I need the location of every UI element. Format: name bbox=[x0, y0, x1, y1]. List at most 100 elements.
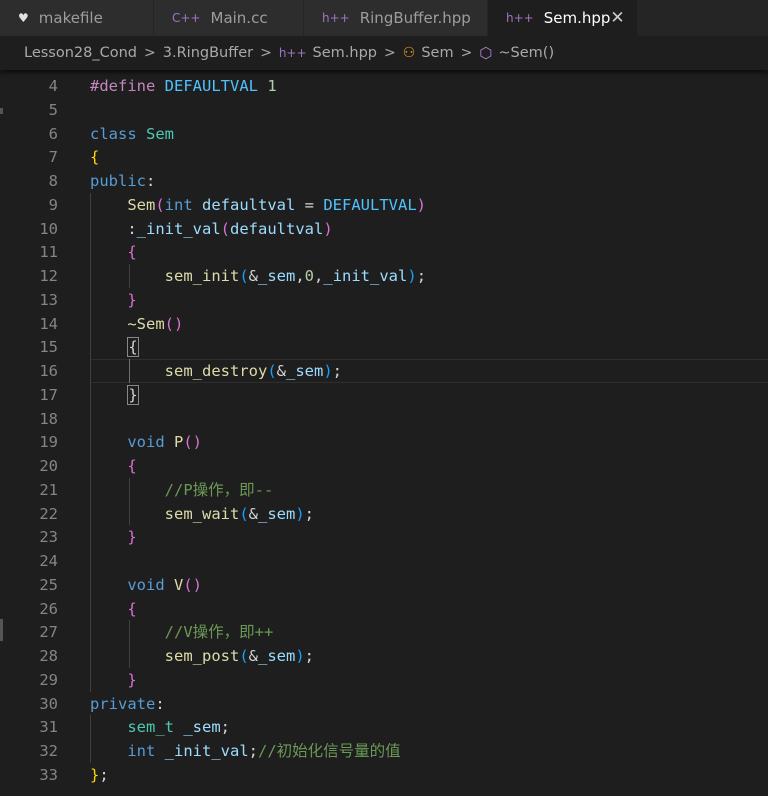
hpp-file-icon: h++ bbox=[506, 11, 534, 25]
code-token: : bbox=[90, 219, 137, 238]
code-token: DEFAULTVAL bbox=[164, 77, 258, 95]
tab-makefile[interactable]: ♥ makefile bbox=[0, 0, 154, 36]
code-line[interactable]: 8 public: bbox=[0, 169, 768, 193]
code-text: sem_destroy(&_sem); bbox=[90, 359, 342, 383]
code-line[interactable]: 29 } bbox=[0, 668, 768, 692]
code-token: ; bbox=[304, 647, 315, 665]
code-line[interactable]: 26 { bbox=[0, 597, 768, 621]
indent-guide bbox=[90, 192, 91, 692]
code-line[interactable]: 19 void P() bbox=[0, 430, 768, 454]
code-token: ( bbox=[239, 267, 249, 285]
code-token: & bbox=[248, 504, 258, 523]
code-line[interactable]: 27 //V操作，即++ bbox=[0, 620, 768, 644]
code-token: private bbox=[90, 694, 156, 713]
line-number: 8 bbox=[48, 172, 58, 190]
code-line[interactable]: 10 :_init_val(defaultval) bbox=[0, 217, 768, 241]
code-text: #define DEFAULTVAL 1 bbox=[90, 74, 277, 98]
code-line[interactable]: 25 void V() bbox=[0, 573, 768, 597]
breadcrumb-folder-ringbuffer[interactable]: 3.RingBuffer bbox=[163, 45, 253, 61]
code-token: : bbox=[155, 694, 165, 713]
code-token: _sem bbox=[183, 718, 221, 737]
line-number: 30 bbox=[39, 694, 58, 713]
code-line[interactable]: 4 #define DEFAULTVAL 1 bbox=[0, 74, 768, 98]
code-line[interactable]: 20 { bbox=[0, 454, 768, 478]
code-line[interactable]: 18 bbox=[0, 407, 768, 431]
code-token: & bbox=[248, 647, 258, 665]
code-line[interactable]: 31 sem_t _sem; bbox=[0, 715, 768, 739]
code-line[interactable]: 14 ~Sem() bbox=[0, 312, 768, 336]
hpp-file-icon: h++ bbox=[322, 11, 350, 25]
code-line[interactable]: 21 //P操作，即-- bbox=[0, 478, 768, 502]
code-text: public: bbox=[90, 169, 155, 193]
code-token: #define bbox=[90, 77, 156, 95]
code-token: _sem bbox=[258, 647, 296, 665]
code-line[interactable]: 9 Sem(int defaultval = DEFAULTVAL) bbox=[0, 193, 768, 217]
code-line[interactable]: 33}; bbox=[0, 763, 768, 787]
line-number: 4 bbox=[48, 77, 58, 95]
code-line[interactable]: 23 } bbox=[0, 525, 768, 549]
close-icon[interactable]: ✕ bbox=[610, 8, 624, 28]
indent-guide bbox=[129, 359, 130, 383]
breadcrumb-symbol-sem[interactable]: Sem bbox=[421, 45, 453, 61]
code-line[interactable]: 6 class Sem bbox=[0, 122, 768, 146]
code-text: sem_t _sem; bbox=[90, 715, 230, 739]
code-line[interactable]: 30 private: bbox=[0, 692, 768, 716]
code-line[interactable]: 17 } bbox=[0, 383, 768, 407]
code-line[interactable]: 7{ bbox=[0, 145, 768, 169]
code-token: sem_t bbox=[127, 718, 174, 737]
line-number: 7 bbox=[48, 148, 58, 167]
code-token: int bbox=[164, 195, 193, 214]
code-token: } bbox=[127, 528, 137, 547]
code-text: int _init_val;//初始化信号量的值 bbox=[90, 739, 400, 763]
line-number: 22 bbox=[39, 504, 58, 523]
code-line[interactable]: 22 sem_wait(&_sem); bbox=[0, 502, 768, 526]
line-number: 26 bbox=[39, 599, 58, 618]
code-text: sem_post(&_sem); bbox=[90, 644, 314, 668]
code-token: ) bbox=[295, 504, 305, 523]
breadcrumb-folder-lesson28[interactable]: Lesson28_Cond bbox=[24, 45, 137, 61]
tab-main-cc[interactable]: C++ Main.cc bbox=[154, 0, 304, 36]
breadcrumb-symbol-destructor[interactable]: ~Sem() bbox=[498, 45, 554, 61]
tab-ringbuffer-hpp[interactable]: h++ RingBuffer.hpp bbox=[304, 0, 488, 36]
code-token: P bbox=[174, 433, 184, 452]
code-line[interactable]: 24 bbox=[0, 549, 768, 573]
breadcrumb-file-sem-hpp[interactable]: Sem.hpp bbox=[313, 45, 377, 61]
code-line[interactable]: 11 { bbox=[0, 240, 768, 264]
code-text: void P() bbox=[90, 430, 202, 454]
code-token: defaultval bbox=[230, 219, 324, 238]
code-token: ) bbox=[407, 267, 417, 285]
code-line[interactable]: 15 { bbox=[0, 335, 768, 359]
code-line[interactable]: 32 int _init_val;//初始化信号量的值 bbox=[0, 739, 768, 763]
code-token: ( bbox=[239, 504, 249, 523]
class-symbol-icon: ⚇ bbox=[402, 45, 416, 61]
code-token: DEFAULTVAL bbox=[323, 195, 417, 214]
code-token: & bbox=[276, 362, 286, 380]
code-line[interactable]: 12 sem_init(&_sem,0,_init_val); bbox=[0, 264, 768, 288]
code-token: } bbox=[90, 765, 100, 784]
line-number: 18 bbox=[39, 409, 58, 428]
code-text: { bbox=[90, 597, 136, 621]
code-line[interactable]: 13 } bbox=[0, 288, 768, 312]
tab-sem-hpp[interactable]: h++ Sem.hpp ✕ bbox=[488, 0, 638, 36]
code-line[interactable]: 28 sem_post(&_sem); bbox=[0, 644, 768, 668]
code-editor[interactable]: 4 #define DEFAULTVAL 1 5 6 class Sem 7{8 publi… bbox=[0, 74, 768, 796]
code-text: Sem(int defaultval = DEFAULTVAL) bbox=[90, 193, 426, 217]
line-number: 14 bbox=[39, 314, 58, 333]
code-text: :_init_val(defaultval) bbox=[90, 217, 333, 241]
code-token: ) bbox=[323, 219, 333, 238]
code-text: private: bbox=[90, 692, 165, 716]
code-token: { bbox=[127, 337, 139, 358]
code-text: { bbox=[90, 145, 99, 169]
code-line[interactable]: 5 bbox=[0, 98, 768, 122]
cpp-file-icon: C++ bbox=[172, 11, 201, 25]
code-line[interactable]: 16 sem_destroy(&_sem); bbox=[0, 359, 768, 383]
